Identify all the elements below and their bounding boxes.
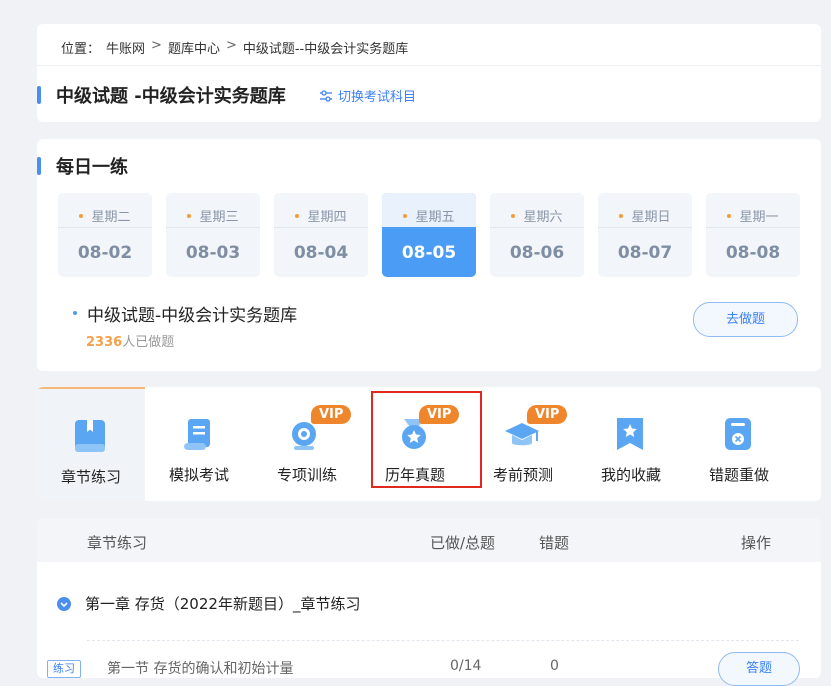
breadcrumb-link-home[interactable]: 牛账网	[106, 38, 145, 57]
weekday-label: 星期一	[739, 210, 779, 225]
module-label: 我的收藏	[600, 466, 661, 484]
page-title: 中级试题 -中级会计实务题库	[56, 86, 286, 107]
date-label: 08-07	[617, 243, 673, 263]
dot-icon	[619, 213, 624, 218]
answer-button[interactable]: 答题	[718, 652, 800, 686]
table-header: 章节练习 已做/总题 错题 操作	[37, 518, 821, 562]
breadcrumb-prefix: 位置：	[61, 42, 101, 57]
daily-practice-title: 每日一练	[56, 157, 128, 178]
chapter-row[interactable]: 第一章 存货（2022年新题目）_章节练习	[57, 593, 360, 614]
weekday-label: 星期二	[91, 210, 131, 225]
dot-icon	[727, 213, 732, 218]
switch-subject-link[interactable]: 切换考试科目	[319, 86, 416, 105]
day-tile-sun[interactable]: 星期日 08-07	[598, 193, 692, 277]
module-label: 错题重做	[708, 466, 769, 484]
weekday-label: 星期五	[415, 210, 455, 225]
section-title: 第一节 存货的确认和初始计量	[107, 661, 294, 677]
module-label: 考前预测	[492, 466, 553, 484]
daily-practice-card: 每日一练 星期二 08-02 星期三 08-03 星期四 08-04 星期五 0…	[37, 139, 821, 371]
module-chapter-practice[interactable]: 章节练习	[37, 387, 145, 501]
module-my-favorites[interactable]: 我的收藏	[577, 387, 685, 501]
day-tile-sat[interactable]: 星期六 08-06	[490, 193, 584, 277]
weekday-label: 星期三	[199, 210, 239, 225]
dot-icon	[79, 213, 84, 218]
header-card: 位置： 牛账网 > 题库中心 > 中级试题--中级会计实务题库 中级试题 -中级…	[37, 24, 821, 122]
module-wrong-redo[interactable]: 错题重做	[685, 387, 793, 501]
chapter-table: 章节练习 已做/总题 错题 操作 第一章 存货（2022年新题目）_章节练习 练…	[37, 518, 821, 686]
breadcrumb-link-bank[interactable]: 题库中心	[168, 38, 220, 57]
header-name: 章节练习	[87, 534, 148, 552]
title-accent-bar	[37, 86, 41, 104]
dot-icon	[511, 213, 516, 218]
header-progress: 已做/总题	[430, 534, 496, 552]
book-icon	[75, 420, 105, 452]
module-label: 专项训练	[276, 466, 337, 484]
weekday-label: 星期日	[631, 210, 671, 225]
vip-badge: VIP	[527, 405, 568, 424]
dot-icon	[403, 213, 408, 218]
done-suffix: 人已做题	[122, 335, 175, 350]
switch-icon	[320, 89, 332, 102]
practice-title: 中级试题-中级会计实务题库	[87, 306, 298, 326]
day-tile-mon[interactable]: 星期一 08-08	[706, 193, 800, 277]
section-wrong: 0	[550, 658, 559, 674]
highlight-box	[371, 391, 482, 488]
module-pre-exam-prediction[interactable]: VIP 考前预测	[469, 387, 577, 501]
practice-tag: 练习	[47, 660, 81, 678]
title-accent-bar	[37, 157, 41, 175]
wrong-answers-icon	[725, 418, 751, 450]
practice-count: 2336人已做题	[86, 331, 174, 350]
breadcrumb: 位置： 牛账网 > 题库中心 > 中级试题--中级会计实务题库	[61, 38, 408, 57]
module-special-training[interactable]: VIP 专项训练	[253, 387, 361, 501]
date-label: 08-08	[725, 243, 781, 263]
breadcrumb-separator: >	[151, 38, 162, 53]
day-tile-thu[interactable]: 星期四 08-04	[274, 193, 368, 277]
module-mock-exam[interactable]: 模拟考试	[145, 387, 253, 501]
breadcrumb-current: 中级试题--中级会计实务题库	[242, 42, 409, 57]
bullet-icon	[73, 311, 77, 315]
done-count: 2336	[86, 335, 123, 350]
weekday-label: 星期六	[523, 210, 563, 225]
breadcrumb-separator: >	[225, 38, 237, 53]
bookmark-star-icon	[617, 418, 643, 450]
date-label: 08-04	[293, 243, 349, 263]
date-label: 08-03	[185, 243, 241, 263]
weekday-label: 星期四	[307, 210, 347, 225]
scroll-icon	[184, 419, 210, 450]
day-tile-fri[interactable]: 星期五 08-05	[382, 193, 476, 277]
dot-icon	[295, 213, 300, 218]
divider	[37, 65, 821, 66]
date-label: 08-02	[77, 243, 133, 263]
chevron-down-icon[interactable]	[57, 596, 71, 611]
date-label: 08-06	[509, 243, 565, 263]
do-practice-button[interactable]: 去做题	[693, 302, 798, 337]
day-tile-tue[interactable]: 星期二 08-02	[58, 193, 152, 277]
divider	[87, 640, 799, 641]
header-action: 操作	[741, 534, 772, 552]
dot-icon	[187, 213, 192, 218]
date-label: 08-05	[401, 243, 457, 263]
modules-card: 章节练习 模拟考试 VIP 专项训练 VIP 历年真题 VIP 考前预测 我的收…	[37, 387, 821, 501]
chapter-title: 第一章 存货（2022年新题目）_章节练习	[85, 595, 361, 613]
switch-subject-label: 切换考试科目	[338, 90, 417, 105]
header-wrong: 错题	[539, 534, 570, 552]
section-progress: 0/14	[450, 658, 482, 674]
module-label: 模拟考试	[168, 466, 229, 484]
day-tile-wed[interactable]: 星期三 08-03	[166, 193, 260, 277]
vip-badge: VIP	[311, 405, 352, 424]
module-label: 章节练习	[60, 468, 121, 486]
